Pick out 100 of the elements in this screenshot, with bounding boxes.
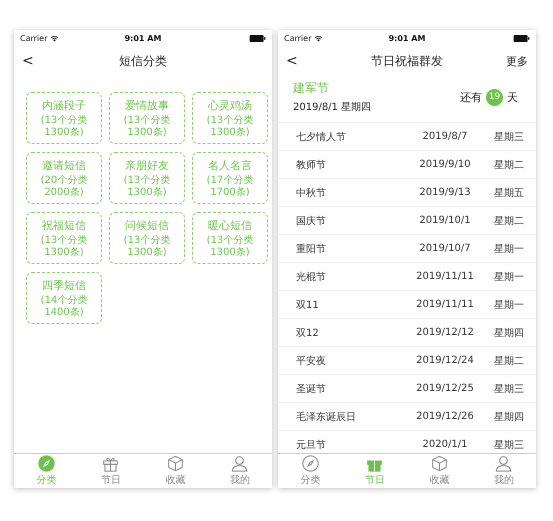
tab-item[interactable]: 节日	[78, 454, 143, 488]
battery-icon	[249, 34, 266, 42]
holiday-name: 元旦节	[296, 438, 327, 452]
category-card[interactable]: 爱情故事 (13个分类1300条)	[109, 92, 185, 144]
holiday-row[interactable]: 七夕情人节 2019/8/7 星期三	[278, 123, 536, 151]
category-count: (14个分类1400条)	[40, 295, 88, 318]
holiday-date: 2019/11/11	[415, 271, 475, 282]
tab-item[interactable]: 收藏	[407, 454, 472, 488]
battery-icon	[513, 34, 530, 42]
tab-item[interactable]: 分类	[14, 454, 78, 488]
holiday-date: 2019/9/10	[418, 159, 472, 170]
holiday-row[interactable]: 元旦节 2020/1/1 星期三	[278, 431, 536, 453]
category-name: 问候短信	[125, 218, 169, 233]
more-button[interactable]: 更多	[506, 54, 528, 68]
category-card[interactable]: 暖心短信 (13个分类1300条)	[192, 212, 268, 264]
holiday-weekday: 星期一	[494, 242, 524, 256]
holiday-name: 圣诞节	[296, 382, 327, 396]
holiday-date: 2019/11/11	[415, 299, 475, 310]
holiday-date: 2019/12/26	[415, 411, 475, 422]
category-name: 爱情故事	[125, 98, 169, 113]
category-name: 心灵鸡汤	[208, 98, 252, 113]
category-count: (17个分类1700条)	[206, 175, 254, 198]
cube-icon	[430, 455, 448, 472]
holiday-row[interactable]: 毛泽东诞辰日 2019/12/26 星期四	[278, 403, 536, 431]
back-button[interactable]: <	[22, 53, 62, 69]
holiday-date: 2019/8/7	[422, 131, 468, 142]
holiday-weekday: 星期五	[494, 186, 524, 200]
compass-icon	[38, 455, 55, 472]
holiday-name: 中秋节	[296, 186, 327, 200]
countdown-label: 还有	[460, 90, 482, 104]
holiday-row[interactable]: 教师节 2019/9/10 星期二	[278, 151, 536, 179]
holiday-date: 2019/10/7	[418, 243, 472, 254]
status-time: 9:01 AM	[124, 34, 162, 42]
holiday-name: 光棍节	[296, 270, 327, 284]
tab-item[interactable]: 收藏	[143, 454, 208, 488]
category-card[interactable]: 祝福短信 (13个分类1300条)	[26, 212, 102, 264]
category-name: 名人名言	[208, 158, 252, 173]
holiday-weekday: 星期三	[494, 438, 524, 452]
category-card[interactable]: 心灵鸡汤 (13个分类1300条)	[192, 92, 268, 144]
holiday-row[interactable]: 双11 2019/11/11 星期一	[278, 291, 536, 319]
holiday-row[interactable]: 重阳节 2019/10/7 星期一	[278, 235, 536, 263]
holiday-name: 毛泽东诞辰日	[296, 410, 357, 424]
holiday-weekday: 星期一	[494, 298, 524, 312]
holiday-date: 2019/9/13	[418, 187, 472, 198]
category-card[interactable]: 内涵段子 (13个分类1300条)	[26, 92, 102, 144]
wifi-icon	[314, 34, 324, 42]
countdown-unit: 天	[507, 90, 518, 104]
user-icon	[495, 455, 512, 472]
category-count: (13个分类1300条)	[40, 115, 88, 138]
holiday-weekday: 星期二	[494, 354, 524, 368]
tab-item[interactable]: 分类	[278, 454, 342, 488]
tab-item[interactable]: 我的	[472, 454, 536, 488]
holiday-name: 平安夜	[296, 354, 327, 368]
holiday-row[interactable]: 平安夜 2019/12/24 星期二	[278, 347, 536, 375]
holiday-weekday: 星期一	[494, 270, 524, 284]
screen-title: 短信分类	[118, 52, 168, 70]
holiday-weekday: 星期二	[494, 158, 524, 172]
days-badge: 19	[486, 88, 503, 106]
category-count: (20个分类2000条)	[40, 175, 88, 198]
carrier-label: Carrier	[284, 34, 312, 42]
holiday-row[interactable]: 圣诞节 2019/12/25 星期三	[278, 375, 536, 403]
category-count: (13个分类1300条)	[206, 115, 254, 138]
tab-item[interactable]: 节日	[342, 454, 407, 488]
compass-icon	[302, 455, 319, 472]
holiday-date: 2019/12/25	[415, 383, 475, 394]
category-card[interactable]: 名人名言 (17个分类1700条)	[192, 152, 268, 204]
holiday-row[interactable]: 国庆节 2019/10/1 星期二	[278, 207, 536, 235]
holiday-date: 2019/8/1 星期四	[293, 100, 372, 114]
holiday-name: 七夕情人节	[296, 130, 347, 144]
carrier-label: Carrier	[20, 34, 48, 42]
category-name: 暖心短信	[208, 218, 252, 233]
holiday-row[interactable]: 光棍节 2019/11/11 星期一	[278, 263, 536, 291]
holiday-name: 重阳节	[296, 242, 327, 256]
holiday-weekday: 星期四	[494, 326, 524, 340]
user-icon	[231, 455, 248, 472]
tab-item[interactable]: 我的	[208, 454, 272, 488]
holiday-weekday: 星期四	[494, 410, 524, 424]
category-name: 亲朋好友	[125, 158, 169, 173]
category-card[interactable]: 问候短信 (13个分类1300条)	[109, 212, 185, 264]
holiday-date: 2019/10/1	[418, 215, 472, 226]
holiday-row[interactable]: 双12 2019/12/12 星期四	[278, 319, 536, 347]
category-card[interactable]: 四季短信 (14个分类1400条)	[26, 272, 102, 324]
holiday-name: 双12	[296, 326, 320, 340]
holiday-row[interactable]: 中秋节 2019/9/13 星期五	[278, 179, 536, 207]
cube-icon	[166, 455, 184, 472]
holiday-name: 教师节	[296, 158, 327, 172]
holiday-weekday: 星期二	[494, 214, 524, 228]
category-card[interactable]: 亲朋好友 (13个分类1300条)	[109, 152, 185, 204]
holiday-date: 2019/12/24	[415, 355, 475, 366]
holiday-name: 双11	[296, 298, 320, 312]
holiday-weekday: 星期三	[494, 382, 524, 396]
holiday-date: 2020/1/1	[422, 439, 468, 450]
holiday-date: 2019/12/12	[415, 327, 475, 338]
category-name: 祝福短信	[42, 218, 86, 233]
holiday-name: 建军节	[293, 80, 330, 97]
status-time: 9:01 AM	[388, 34, 426, 42]
category-count: (13个分类1300条)	[122, 115, 172, 138]
category-count: (13个分类1300条)	[122, 175, 172, 198]
category-card[interactable]: 邀请短信 (20个分类2000条)	[26, 152, 102, 204]
back-button[interactable]: <	[286, 53, 326, 69]
